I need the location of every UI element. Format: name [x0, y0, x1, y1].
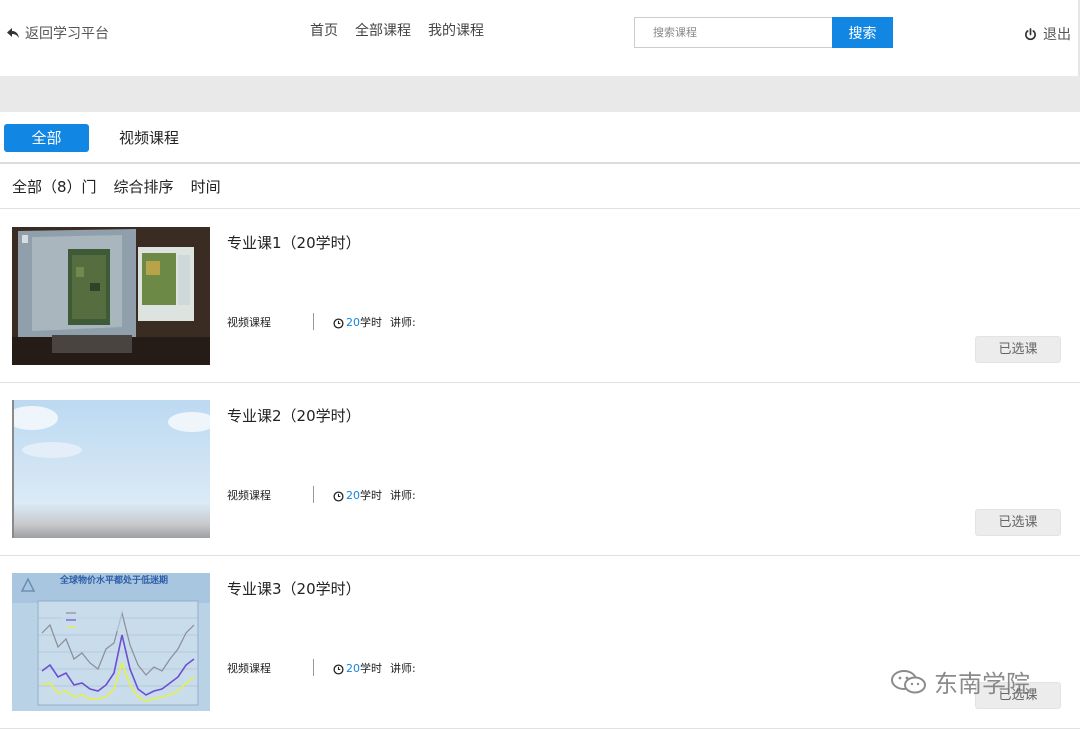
course-thumbnail[interactable] — [12, 227, 210, 365]
logout-label: 退出 — [1043, 27, 1071, 43]
course-title[interactable]: 专业课1（20学时） — [227, 233, 361, 253]
category-tabs: 全部 视频课程 — [0, 112, 1080, 164]
nav-all-courses[interactable]: 全部课程 — [355, 22, 411, 40]
clock-icon — [333, 490, 344, 502]
hours-unit: 学时 — [360, 662, 382, 675]
search-button[interactable]: 搜索 — [832, 17, 893, 48]
teacher-label: 讲师: — [390, 316, 416, 329]
divider — [313, 486, 314, 503]
watermark-text: 东南学院 — [934, 670, 1030, 698]
main-nav: 首页 全部课程 我的课程 — [310, 22, 484, 40]
course-hours: 20 — [346, 316, 360, 329]
price-chart-slide-image: 全球物价水平都处于低迷期 — [12, 573, 210, 711]
power-icon — [1025, 27, 1036, 40]
course-thumbnail[interactable] — [12, 400, 210, 538]
course-row: 专业课1（20学时） 视频课程 20 学时 讲师: 已选课 — [0, 210, 1080, 383]
course-row: 专业课2（20学时） 视频课程 20 学时 讲师: 已选课 — [0, 383, 1080, 556]
divider — [313, 313, 314, 330]
hours-unit: 学时 — [360, 489, 382, 502]
sky-image — [12, 400, 210, 538]
sort-time[interactable]: 时间 — [191, 176, 221, 197]
nav-my-courses[interactable]: 我的课程 — [428, 22, 484, 40]
course-title[interactable]: 专业课3（20学时） — [227, 579, 361, 599]
gray-banner — [0, 76, 1080, 112]
course-row: 全球物价水平都处于低迷期 专业课3（20学时） 视频课程 20 学时 讲师: 已… — [0, 556, 1080, 729]
clock-icon — [333, 663, 344, 675]
course-meta: 20 学时 讲师: — [333, 315, 416, 331]
course-meta: 20 学时 讲师: — [333, 661, 416, 677]
course-meta: 20 学时 讲师: — [333, 488, 416, 504]
back-arrow-icon — [7, 28, 19, 38]
search-bar: 搜索 — [634, 17, 893, 48]
course-hours: 20 — [346, 489, 360, 502]
tab-video-courses[interactable]: 视频课程 — [119, 128, 179, 148]
sort-comprehensive[interactable]: 综合排序 — [114, 176, 174, 197]
course-type: 视频课程 — [227, 489, 271, 502]
course-hours: 20 — [346, 662, 360, 675]
course-thumbnail[interactable]: 全球物价水平都处于低迷期 — [12, 573, 210, 711]
slide-title: 全球物价水平都处于低迷期 — [59, 574, 168, 586]
course-type: 视频课程 — [227, 662, 271, 675]
classroom-projection-image — [12, 227, 210, 365]
search-input[interactable] — [634, 17, 832, 48]
clock-icon — [333, 317, 344, 329]
wechat-watermark: 东南学院 — [890, 664, 1030, 699]
course-page: 返回学习平台 首页 全部课程 我的课程 搜索 退出 全部 视频课程 全部（8）门… — [0, 0, 1080, 729]
filter-bar: 全部（8）门 综合排序 时间 — [0, 165, 1080, 209]
wechat-icon — [891, 669, 926, 693]
course-type: 视频课程 — [227, 316, 271, 329]
selected-course-button[interactable]: 已选课 — [975, 336, 1061, 363]
hours-unit: 学时 — [360, 316, 382, 329]
divider — [313, 659, 314, 676]
teacher-label: 讲师: — [390, 489, 416, 502]
back-to-platform-link[interactable]: 返回学习平台 — [6, 24, 109, 42]
top-header: 返回学习平台 首页 全部课程 我的课程 搜索 退出 — [0, 0, 1080, 76]
filter-all-count[interactable]: 全部（8）门 — [12, 176, 97, 197]
nav-home[interactable]: 首页 — [310, 22, 338, 40]
teacher-label: 讲师: — [390, 662, 416, 675]
logout-link[interactable]: 退出 — [1024, 24, 1071, 44]
selected-course-button[interactable]: 已选课 — [975, 509, 1061, 536]
tab-all[interactable]: 全部 — [4, 124, 89, 152]
course-title[interactable]: 专业课2（20学时） — [227, 406, 361, 426]
back-label: 返回学习平台 — [25, 26, 109, 42]
